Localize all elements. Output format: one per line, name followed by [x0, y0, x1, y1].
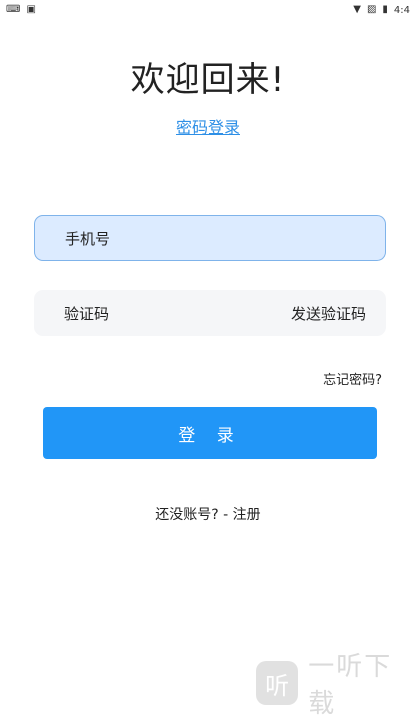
status-time: 4:4: [393, 4, 410, 16]
phone-input[interactable]: 手机号: [34, 215, 386, 261]
page-title: 欢迎回来!: [130, 60, 286, 100]
login-button[interactable]: 登 录: [43, 407, 377, 459]
watermark: 听 一听下载: [256, 646, 416, 720]
wifi-icon: ▼: [353, 4, 361, 15]
code-placeholder: 验证码: [64, 304, 110, 323]
battery-icon: ▮: [382, 4, 388, 15]
watermark-logo-icon: 听: [256, 661, 299, 705]
status-left: ⌨ ▣: [6, 5, 36, 15]
send-code-button[interactable]: 发送验证码: [291, 303, 366, 324]
watermark-text: 一听下载: [308, 652, 393, 719]
status-bar: ⌨ ▣ ▼ ▨ ▮ 4:4: [0, 0, 416, 20]
app-a-icon: ▣: [26, 4, 36, 15]
no-sim-icon: ▨: [366, 4, 377, 15]
password-login-link[interactable]: 密码登录: [0, 114, 416, 138]
register-link[interactable]: 还没账号? - 注册: [0, 504, 416, 524]
forgot-password-link[interactable]: 忘记密码?: [323, 369, 382, 388]
verification-code-input[interactable]: 验证码 发送验证码: [34, 290, 386, 336]
status-right: ▼ ▨ ▮ 4:4: [353, 5, 410, 16]
phone-placeholder: 手机号: [65, 229, 111, 248]
keyboard-icon: ⌨: [6, 4, 21, 15]
